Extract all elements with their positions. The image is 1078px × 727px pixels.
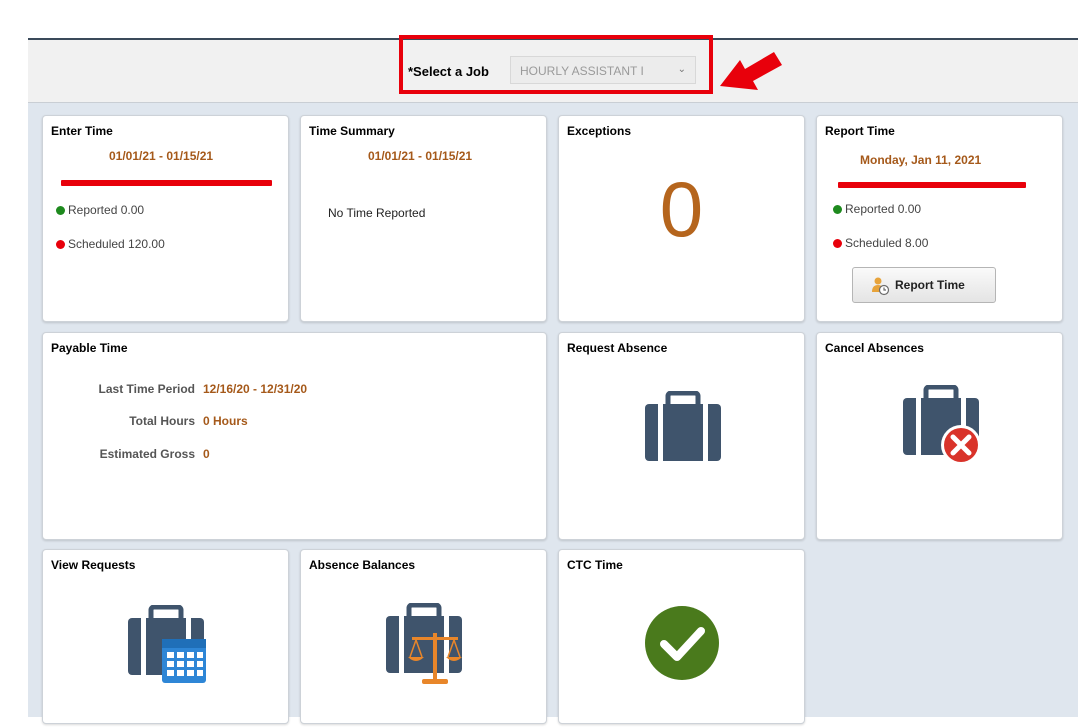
tile-title: Time Summary <box>309 124 395 138</box>
period-date: 01/01/21 - 01/15/21 <box>109 149 214 163</box>
report-time-button[interactable]: Report Time <box>852 267 996 303</box>
red-underline-annotation <box>838 182 1026 188</box>
ctc-time-tile[interactable]: CTC Time <box>558 549 805 724</box>
estimated-gross-value: 0 <box>203 447 210 461</box>
report-date: Monday, Jan 11, 2021 <box>860 153 982 167</box>
scheduled-text: Scheduled 120.00 <box>68 237 165 251</box>
scheduled-stat: Scheduled 8.00 <box>833 236 928 250</box>
green-dot-icon <box>833 205 842 214</box>
scheduled-text: Scheduled 8.00 <box>845 236 929 250</box>
red-dot-icon <box>833 239 842 248</box>
tile-title: Cancel Absences <box>825 341 924 355</box>
exceptions-count: 0 <box>659 165 704 253</box>
pointer-arrow-icon <box>720 52 782 90</box>
cancel-absences-tile[interactable]: Cancel Absences <box>816 332 1063 540</box>
tile-title: Report Time <box>825 124 895 138</box>
view-requests-tile[interactable]: View Requests <box>42 549 289 724</box>
tile-title: Exceptions <box>567 124 632 138</box>
reported-stat: Reported 0.00 <box>56 203 144 217</box>
enter-time-tile[interactable]: Enter Time 01/01/21 - 01/15/21 Reported … <box>42 115 289 322</box>
job-selection-bar: *Select a Job HOURLY ASSISTANT I ⌄ <box>28 35 1078 103</box>
exceptions-tile[interactable]: Exceptions 0 <box>558 115 805 322</box>
payable-time-tile[interactable]: Payable Time Last Time Period 12/16/20 -… <box>42 332 547 540</box>
total-hours-label: Total Hours <box>129 414 195 428</box>
report-time-tile[interactable]: Report Time Monday, Jan 11, 2021 Reporte… <box>816 115 1063 322</box>
scheduled-stat: Scheduled 120.00 <box>56 237 165 251</box>
no-time-message: No Time Reported <box>328 206 426 220</box>
briefcase-calendar-icon <box>128 605 206 683</box>
tile-title: Request Absence <box>567 341 668 355</box>
briefcase-cancel-icon <box>903 385 981 465</box>
red-dot-icon <box>56 240 65 249</box>
tile-title: CTC Time <box>567 558 623 572</box>
estimated-gross-label: Estimated Gross <box>99 447 195 461</box>
request-absence-tile[interactable]: Request Absence <box>558 332 805 540</box>
reported-stat: Reported 0.00 <box>833 202 921 216</box>
last-period-label: Last Time Period <box>98 382 195 396</box>
tile-title: Enter Time <box>51 124 113 138</box>
last-period-value: 12/16/20 - 12/31/20 <box>203 382 308 396</box>
tile-title: Payable Time <box>51 341 128 355</box>
reported-text: Reported 0.00 <box>845 202 922 216</box>
absence-balances-tile[interactable]: Absence Balances <box>300 549 547 724</box>
briefcase-icon <box>645 391 721 461</box>
timesheet-dashboard: *Select a Job HOURLY ASSISTANT I ⌄ Enter… <box>28 35 1078 724</box>
period-date: 01/01/21 - 01/15/21 <box>368 149 473 163</box>
red-underline-annotation <box>61 180 272 186</box>
reported-text: Reported 0.00 <box>68 203 145 217</box>
job-select-highlight-box <box>399 35 713 94</box>
briefcase-scale-icon <box>386 603 462 684</box>
green-dot-icon <box>56 206 65 215</box>
checkmark-icon <box>645 606 719 680</box>
tile-title: Absence Balances <box>309 558 416 572</box>
time-summary-tile[interactable]: Time Summary 01/01/21 - 01/15/21 No Time… <box>300 115 547 322</box>
tile-title: View Requests <box>51 558 136 572</box>
user-clock-icon <box>872 277 890 296</box>
total-hours-value: 0 Hours <box>203 414 248 428</box>
report-time-button-label: Report Time <box>895 278 965 292</box>
